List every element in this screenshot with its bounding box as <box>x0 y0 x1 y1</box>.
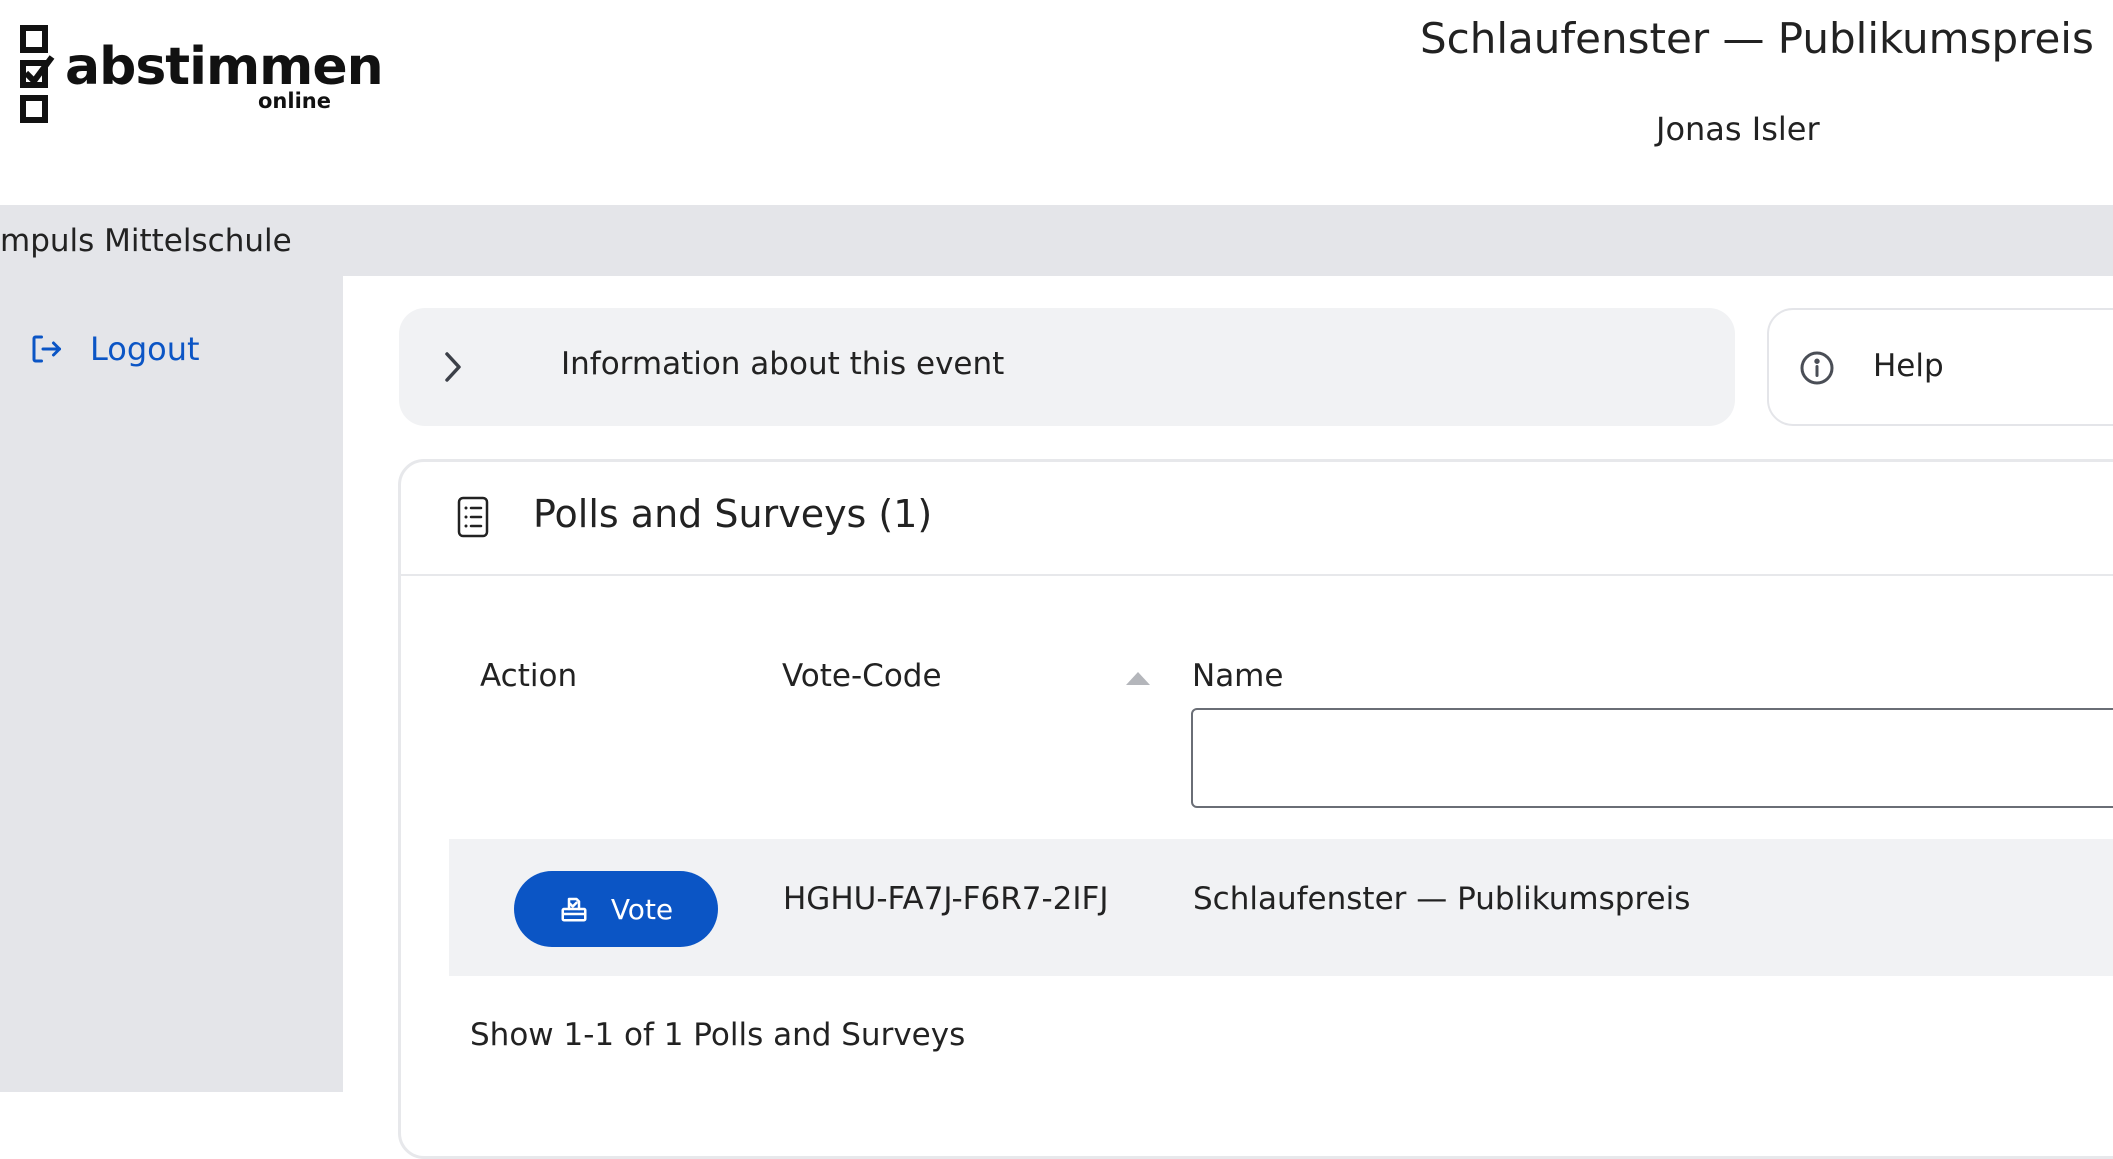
user-name: Jonas Isler <box>1656 110 1820 148</box>
polls-title: Polls and Surveys (1) <box>533 492 933 536</box>
table-row: Vote HGHU-FA7J-F6R7-2IFJ Schlaufenster —… <box>449 839 2113 976</box>
logout-icon <box>32 335 61 363</box>
logout-link[interactable]: Logout <box>28 330 200 368</box>
logo-wordmark: abstimmen <box>65 37 384 97</box>
vote-code-cell: HGHU-FA7J-F6R7-2IFJ <box>783 881 1109 917</box>
sidebar: Logout <box>0 276 343 1092</box>
organization-bar: mpuls Mittelschule <box>0 205 2113 276</box>
info-icon <box>1800 351 1834 385</box>
help-label: Help <box>1873 348 1944 384</box>
column-header-name[interactable]: Name <box>1192 658 1283 694</box>
pagination-summary: Show 1-1 of 1 Polls and Surveys <box>470 1017 966 1053</box>
event-info-toggle[interactable]: Information about this event <box>399 308 1735 426</box>
list-document-icon <box>457 496 489 538</box>
polls-card-header: Polls and Surveys (1) <box>401 462 2113 576</box>
logout-label: Logout <box>90 330 200 368</box>
abstimmen-logo[interactable]: abstimmen online <box>20 25 384 125</box>
event-title: Schlaufenster — Publikumspreis <box>1420 14 2094 63</box>
logo-subtext: online <box>258 89 331 113</box>
polls-card: Polls and Surveys (1) <box>398 459 2113 1159</box>
vote-button-label: Vote <box>610 892 674 926</box>
vote-button[interactable]: Vote <box>514 871 718 947</box>
sort-ascending-icon[interactable] <box>1126 672 1150 685</box>
ballot-box-icon <box>561 897 587 922</box>
name-filter-input[interactable] <box>1191 708 2113 808</box>
column-header-action: Action <box>480 658 578 694</box>
app-header: abstimmen online Schlaufenster — Publiku… <box>0 0 2113 205</box>
event-info-label: Information about this event <box>561 346 1005 382</box>
checklist-logo-icon <box>20 25 55 123</box>
column-header-vote-code[interactable]: Vote-Code <box>782 658 942 694</box>
help-button[interactable]: Help <box>1767 308 2113 426</box>
organization-name: mpuls Mittelschule <box>0 223 292 259</box>
poll-name-cell: Schlaufenster — Publikumspreis <box>1193 881 1691 917</box>
chevron-right-icon <box>445 352 461 382</box>
